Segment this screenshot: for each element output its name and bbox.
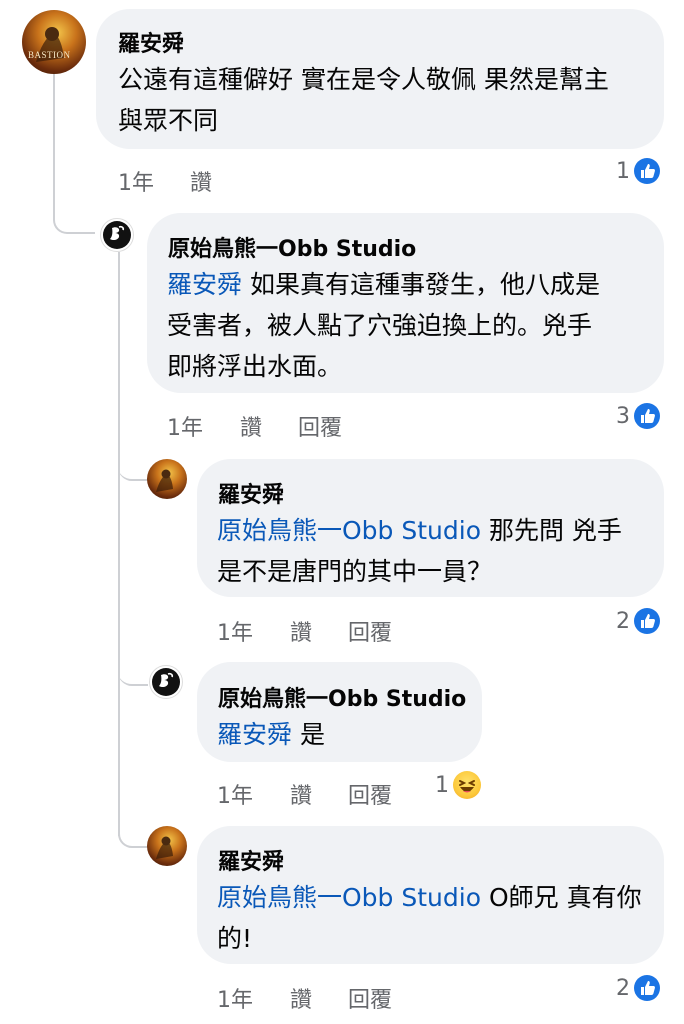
- reply-link[interactable]: 回覆: [348, 982, 392, 1014]
- like-link[interactable]: 讚: [290, 778, 312, 810]
- reply-connector: [118, 660, 148, 686]
- avatar[interactable]: [100, 218, 134, 252]
- reply-connector: [118, 455, 148, 481]
- comment-time[interactable]: 1年: [118, 165, 154, 197]
- haha-icon: [453, 771, 481, 799]
- avatar[interactable]: [147, 459, 187, 499]
- like-link[interactable]: 讚: [190, 165, 212, 197]
- reaction-count[interactable]: 2: [616, 608, 660, 634]
- reply-link[interactable]: 回覆: [348, 615, 392, 647]
- reaction-count[interactable]: 1: [616, 158, 660, 184]
- like-icon: [634, 158, 660, 184]
- thread-connector: [53, 74, 95, 234]
- avatar[interactable]: [147, 826, 187, 866]
- avatar-logo-text: BASTION: [28, 50, 71, 60]
- comment-author[interactable]: 原始鳥熊一Obb Studio: [218, 681, 466, 713]
- comment-text: 羅安舜 如果真有這種事發生，他八成是 受害者，被人點了穴強迫換上的。兇手 即將浮…: [167, 270, 600, 381]
- mention-link[interactable]: 原始鳥熊一Obb Studio: [217, 883, 481, 912]
- obb-studio-logo-icon: [103, 221, 131, 249]
- comment-text: 羅安舜 是: [217, 720, 325, 749]
- bastion-logo-icon: [36, 27, 64, 62]
- bastion-logo-icon: [156, 469, 173, 492]
- obb-studio-logo-icon: [152, 668, 180, 696]
- like-icon: [634, 608, 660, 634]
- comment-time[interactable]: 1年: [167, 410, 203, 442]
- comment-text: 原始鳥熊一Obb Studio O師兄 真有你 的!: [217, 883, 642, 953]
- mention-link[interactable]: 羅安舜: [167, 270, 242, 299]
- like-link[interactable]: 讚: [290, 982, 312, 1014]
- comment-author[interactable]: 羅安舜: [118, 26, 184, 58]
- comment-author[interactable]: 羅安舜: [218, 477, 284, 509]
- like-link[interactable]: 讚: [240, 410, 262, 442]
- mention-link[interactable]: 原始鳥熊一Obb Studio: [217, 516, 481, 545]
- mention-link[interactable]: 羅安舜: [217, 720, 292, 749]
- reaction-count[interactable]: 1: [435, 771, 481, 799]
- reply-link[interactable]: 回覆: [298, 410, 342, 442]
- comment-time[interactable]: 1年: [217, 982, 253, 1014]
- like-icon: [634, 403, 660, 429]
- comment-author[interactable]: 羅安舜: [218, 844, 284, 876]
- reply-connector: [118, 822, 150, 848]
- like-icon: [634, 975, 660, 1001]
- reply-link[interactable]: 回覆: [348, 778, 392, 810]
- comment-author[interactable]: 原始鳥熊一Obb Studio: [168, 231, 416, 263]
- comment-time[interactable]: 1年: [217, 778, 253, 810]
- reaction-count[interactable]: 2: [616, 975, 660, 1001]
- comment-text: 公遠有這種僻好 實在是令人敬佩 果然是幫主 與眾不同: [118, 65, 609, 135]
- bastion-logo-icon: [156, 836, 173, 859]
- like-link[interactable]: 讚: [290, 615, 312, 647]
- comment-text: 原始鳥熊一Obb Studio 那先問 兇手 是不是唐門的其中一員？: [217, 516, 622, 586]
- reply-thread-line: [118, 252, 120, 836]
- reaction-count[interactable]: 3: [616, 403, 660, 429]
- avatar[interactable]: [149, 665, 183, 699]
- avatar[interactable]: BASTION: [22, 10, 86, 74]
- comment-time[interactable]: 1年: [217, 615, 253, 647]
